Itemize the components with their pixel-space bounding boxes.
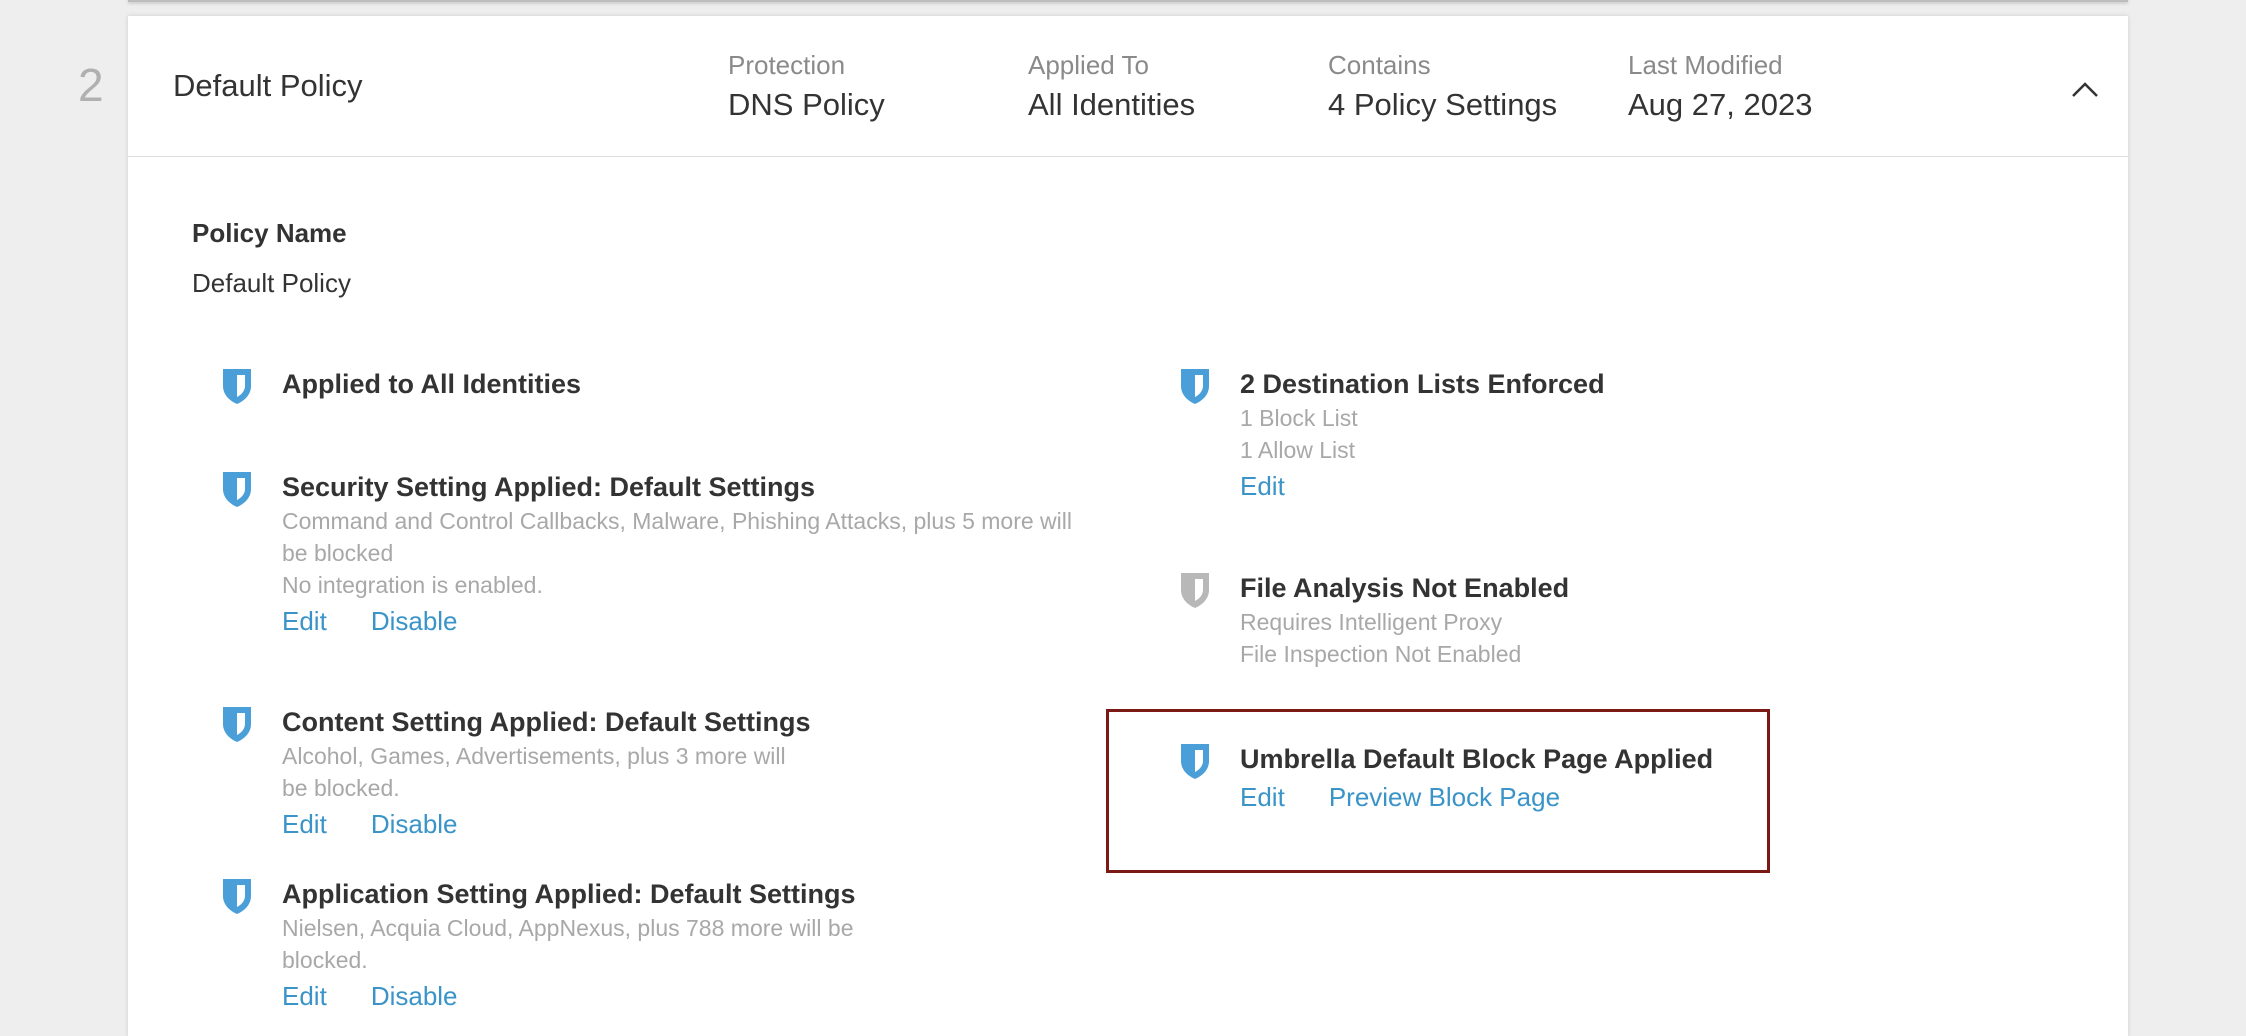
security-setting-integration: No integration is enabled. xyxy=(282,572,543,598)
header-last-modified: Last Modified Aug 27, 2023 xyxy=(1628,50,1812,125)
policy-name-label: Policy Name xyxy=(192,218,347,248)
application-setting-title: Application Setting Applied: Default Set… xyxy=(282,879,856,909)
security-setting-title: Security Setting Applied: Default Settin… xyxy=(282,472,816,502)
content-disable-link[interactable]: Disable xyxy=(371,806,458,842)
header-protection-value: DNS Policy xyxy=(728,87,885,123)
policy-name-value: Default Policy xyxy=(192,268,351,298)
shield-icon xyxy=(223,707,251,742)
file-analysis-requirement: Requires Intelligent Proxy xyxy=(1240,609,1503,635)
previous-card-edge xyxy=(128,0,2128,2)
file-analysis-title: File Analysis Not Enabled xyxy=(1240,573,1570,603)
content-edit-link[interactable]: Edit xyxy=(282,806,327,842)
shield-icon xyxy=(223,472,251,507)
file-inspection-status: File Inspection Not Enabled xyxy=(1240,641,1522,667)
policy-title: Default Policy xyxy=(173,68,363,103)
header-contains-value: 4 Policy Settings xyxy=(1328,87,1558,123)
policy-card: Default Policy Protection DNS Policy App… xyxy=(128,16,2128,1036)
security-setting-description: Command and Control Callbacks, Malware, … xyxy=(282,508,1072,566)
application-disable-link[interactable]: Disable xyxy=(371,978,458,1014)
destination-allow-list: 1 Allow List xyxy=(1240,437,1356,463)
header-last-modified-label: Last Modified xyxy=(1628,50,1783,80)
applied-identities-title: Applied to All Identities xyxy=(282,369,582,399)
content-setting-description: Alcohol, Games, Advertisements, plus 3 m… xyxy=(282,743,786,801)
content-setting-title: Content Setting Applied: Default Setting… xyxy=(282,707,811,737)
shield-icon xyxy=(223,369,251,404)
header-protection-label: Protection xyxy=(728,50,846,80)
header-contains: Contains 4 Policy Settings xyxy=(1328,50,1557,125)
header-last-modified-value: Aug 27, 2023 xyxy=(1628,87,1813,123)
policy-card-header[interactable]: Default Policy Protection DNS Policy App… xyxy=(128,16,2128,157)
header-protection: Protection DNS Policy xyxy=(728,50,885,125)
highlight-box xyxy=(1106,709,1770,873)
shield-icon xyxy=(223,879,251,914)
header-applied-to-label: Applied To xyxy=(1028,50,1149,80)
row-index: 2 xyxy=(78,59,104,111)
destination-block-list: 1 Block List xyxy=(1240,405,1358,431)
destination-edit-link[interactable]: Edit xyxy=(1240,468,1285,504)
header-applied-to: Applied To All Identities xyxy=(1028,50,1195,125)
destination-lists-title: 2 Destination Lists Enforced xyxy=(1240,369,1605,399)
header-contains-label: Contains xyxy=(1328,50,1431,80)
shield-disabled-icon xyxy=(1181,573,1209,608)
security-edit-link[interactable]: Edit xyxy=(282,603,327,639)
security-disable-link[interactable]: Disable xyxy=(371,603,458,639)
application-edit-link[interactable]: Edit xyxy=(282,978,327,1014)
application-setting-description: Nielsen, Acquia Cloud, AppNexus, plus 78… xyxy=(282,915,854,973)
chevron-up-icon[interactable] xyxy=(2065,74,2105,104)
header-applied-to-value: All Identities xyxy=(1028,87,1196,123)
shield-icon xyxy=(1181,369,1209,404)
